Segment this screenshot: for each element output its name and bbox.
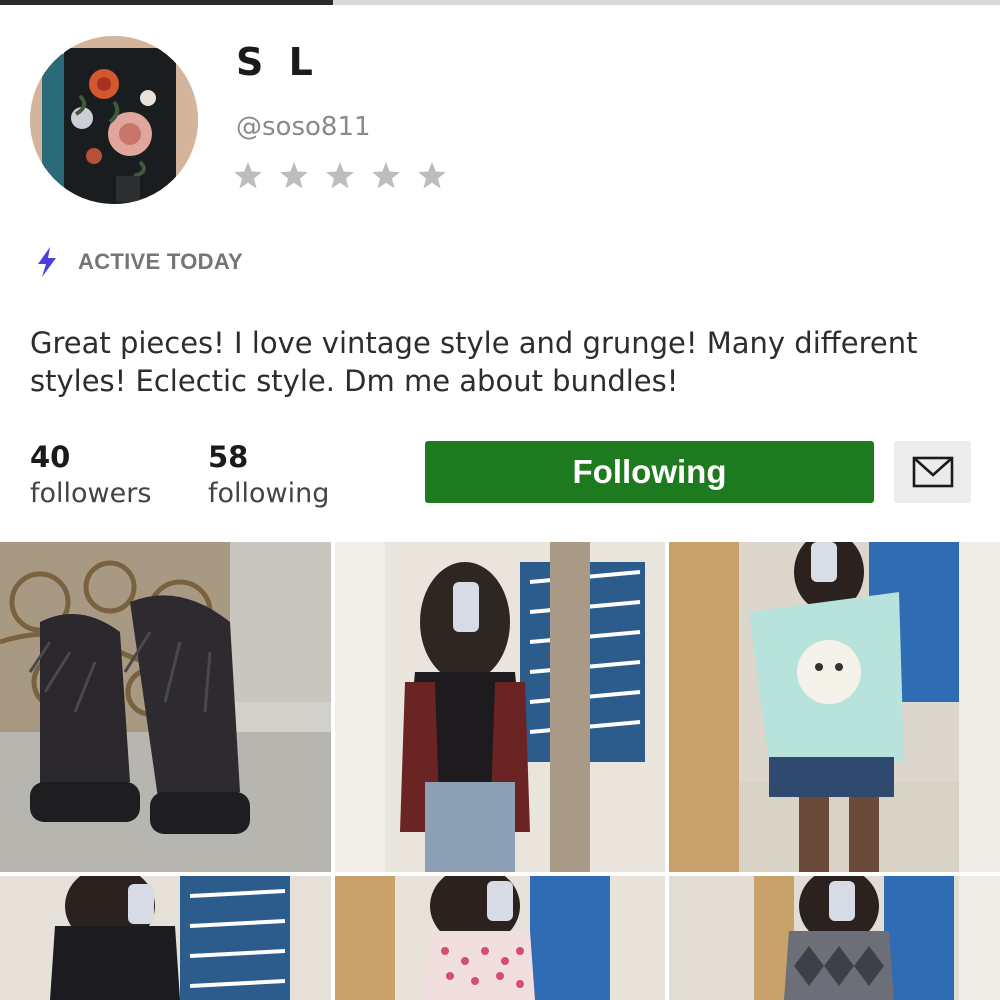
following-button[interactable]: Following [425,441,874,503]
black-top-photo [0,876,331,1000]
message-button[interactable] [894,441,971,503]
followers-stat[interactable]: 40 followers [30,440,151,514]
listing-tile-1[interactable] [0,542,331,872]
listing-tile-3[interactable] [669,542,1000,872]
profile-bio: Great pieces! I love vintage style and g… [30,326,918,398]
graphic-tee-photo [669,542,1000,872]
envelope-icon [912,456,953,488]
listing-tile-6[interactable] [669,876,1000,1000]
star-icon [234,162,262,189]
listings-grid [0,542,1000,1000]
followers-label: followers [30,478,152,509]
fringed-boots-photo [0,542,331,872]
listing-tile-2[interactable] [335,542,665,872]
listing-tile-5[interactable] [335,876,665,1000]
polka-dot-top-photo [335,876,665,1000]
star-icon [372,162,400,189]
argyle-top-photo [669,876,1000,1000]
avatar-floral-image [30,36,198,204]
activity-text: ACTIVE TODAY [78,249,243,274]
following-count: 58 [208,440,249,474]
avatar[interactable] [30,36,198,204]
followers-count: 40 [30,440,71,474]
star-icon [418,162,446,189]
lightning-bolt-icon [38,247,56,277]
fringe-vest-photo [335,542,665,872]
listing-tile-4[interactable] [0,876,331,1000]
username: @soso811 [236,112,371,142]
story-progress-fill [0,0,333,5]
star-icon [280,162,308,189]
activity-status: ACTIVE TODAY [36,247,243,277]
following-stat[interactable]: 58 following [208,440,329,514]
star-icon [326,162,354,189]
display-name: S L [236,40,319,84]
story-progress-track [0,0,1000,5]
rating-stars[interactable] [232,160,448,192]
following-label: following [208,478,330,509]
